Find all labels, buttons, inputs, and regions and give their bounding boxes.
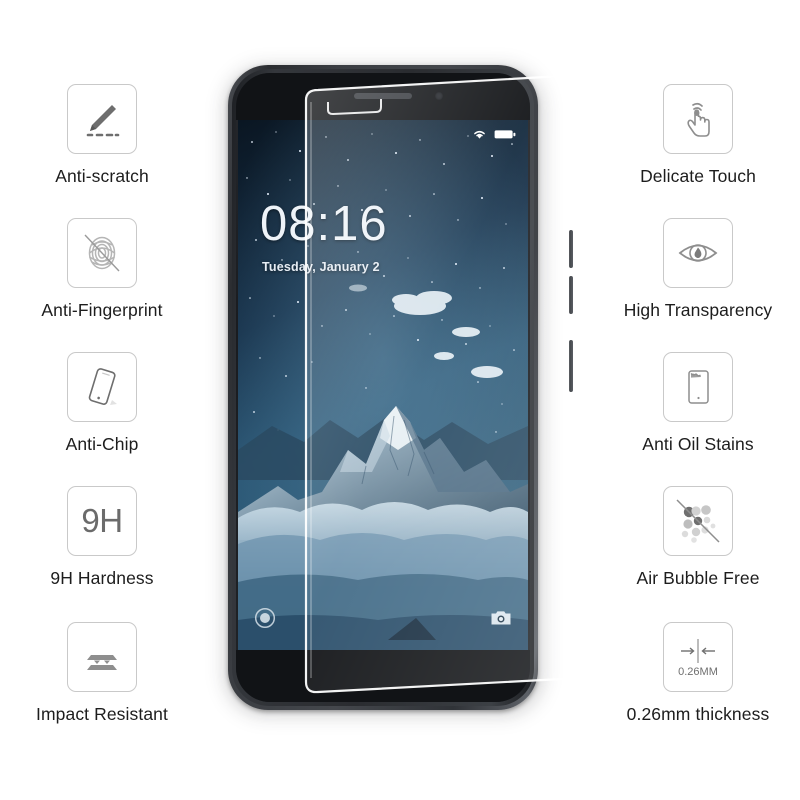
feature-label: Air Bubble Free bbox=[636, 568, 760, 588]
feature-label: 0.26mm thickness bbox=[626, 704, 770, 724]
feature-high-transparency: High Transparency bbox=[598, 218, 798, 320]
volume-up-button[interactable] bbox=[569, 230, 573, 268]
feature-9h-hardness: 9H 9H Hardness bbox=[2, 486, 202, 588]
feature-anti-oil-stains: Anti Oil Stains bbox=[598, 352, 798, 454]
eye-icon bbox=[663, 218, 733, 288]
feature-thickness: 0.26MM 0.26mm thickness bbox=[598, 622, 798, 724]
status-bar bbox=[472, 128, 516, 140]
9h-icon-text: 9H bbox=[81, 502, 123, 539]
phone-face: 08:16 Tuesday, January 2 bbox=[236, 73, 530, 702]
feature-anti-scratch: Anti-scratch bbox=[2, 84, 202, 186]
unlock-circle-icon[interactable] bbox=[254, 607, 276, 634]
feature-label: High Transparency bbox=[623, 300, 773, 320]
feature-air-bubble-free: Air Bubble Free bbox=[598, 486, 798, 588]
lockscreen-time: 08:16 bbox=[260, 197, 388, 251]
front-camera-icon bbox=[435, 92, 443, 100]
feature-impact-resistant: Impact Resistant bbox=[2, 622, 202, 724]
battery-icon bbox=[494, 129, 516, 140]
thickness-icon-text: 0.26MM bbox=[678, 666, 718, 678]
phone-oil-stain-icon bbox=[663, 352, 733, 422]
lockscreen-date: Tuesday, January 2 bbox=[262, 260, 380, 274]
feature-label: 9H Hardness bbox=[50, 568, 154, 588]
tilted-phone-icon bbox=[67, 352, 137, 422]
feature-anti-chip: Anti-Chip bbox=[2, 352, 202, 454]
bubbles-crossed-icon bbox=[663, 486, 733, 556]
volume-down-button[interactable] bbox=[569, 276, 573, 314]
feature-anti-fingerprint: Anti-Fingerprint bbox=[2, 218, 202, 320]
fingerprint-crossed-icon bbox=[67, 218, 137, 288]
earpiece-speaker-icon bbox=[354, 93, 412, 99]
bottom-bezel bbox=[236, 650, 530, 702]
phone-screen[interactable]: 08:16 Tuesday, January 2 bbox=[238, 120, 528, 650]
feature-label: Anti-scratch bbox=[55, 166, 149, 186]
feature-label: Anti Oil Stains bbox=[642, 434, 754, 454]
layered-plates-icon bbox=[67, 622, 137, 692]
camera-icon[interactable] bbox=[490, 609, 512, 632]
feature-label: Impact Resistant bbox=[36, 704, 168, 724]
9h-text-icon: 9H bbox=[67, 486, 137, 556]
features-column-left: Anti-scratch Anti-Fingerprint Anti-Chip … bbox=[2, 0, 202, 800]
features-column-right: Delicate Touch High Transparency Anti Oi… bbox=[598, 0, 798, 800]
wifi-icon bbox=[472, 128, 487, 140]
phone-mockup: 08:16 Tuesday, January 2 bbox=[210, 50, 573, 730]
feature-label: Delicate Touch bbox=[640, 166, 756, 186]
infographic-canvas: Anti-scratch Anti-Fingerprint Anti-Chip … bbox=[0, 0, 800, 800]
feature-delicate-touch: Delicate Touch bbox=[598, 84, 798, 186]
power-button[interactable] bbox=[569, 340, 573, 392]
feature-label: Anti-Chip bbox=[65, 434, 139, 454]
touch-hand-icon bbox=[663, 84, 733, 154]
feature-label: Anti-Fingerprint bbox=[41, 300, 163, 320]
knife-scratch-icon bbox=[67, 84, 137, 154]
thickness-arrows-icon: 0.26MM bbox=[663, 622, 733, 692]
